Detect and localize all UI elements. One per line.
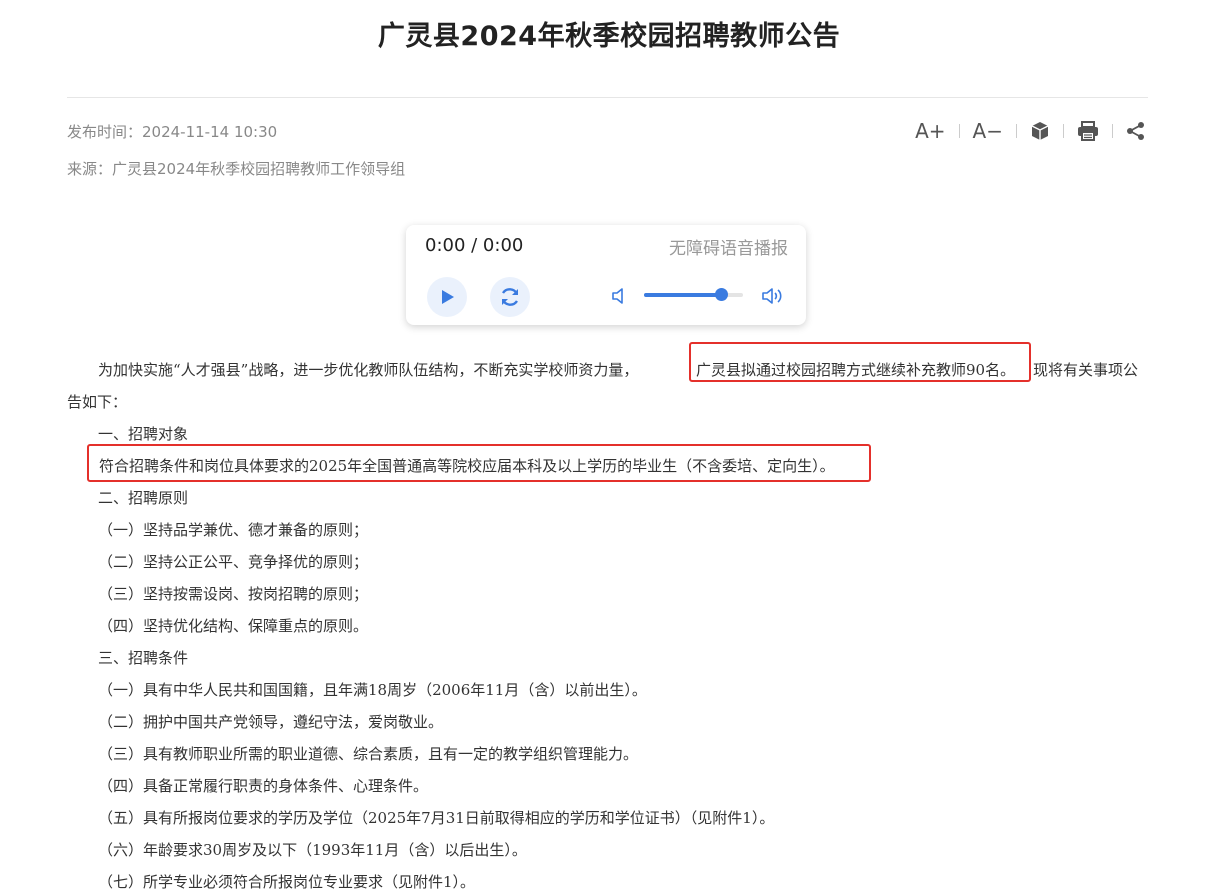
volume-low-icon[interactable] (610, 287, 626, 309)
title-divider (67, 97, 1148, 98)
list-item: （三）具有教师职业所需的职业道德、综合素质，且有一定的教学组织管理能力。 (98, 745, 639, 763)
play-button[interactable] (427, 277, 467, 317)
toolbar-separator (1016, 124, 1017, 138)
list-item: （二）拥护中国共产党领导，遵纪守法，爱岗敬业。 (98, 713, 444, 731)
intro-highlight-text: 广灵县拟通过校园招聘方式继续补充教师90名。 (696, 361, 1016, 379)
list-item: （七）所学专业必须符合所报岗位专业要求（见附件1）。 (98, 873, 476, 891)
volume-slider-handle[interactable] (715, 288, 729, 301)
accessibility-audio-label: 无障碍语音播报 (669, 239, 788, 259)
toolbar-separator (1112, 124, 1113, 138)
section-heading: 一、招聘对象 (98, 425, 189, 443)
cube-icon[interactable] (1030, 121, 1050, 141)
list-item: （六）年龄要求30周岁及以下（1993年11月（含）以后出生）。 (98, 841, 527, 859)
intro-text-end: 告如下： (67, 393, 128, 411)
list-item: （一）坚持品学兼优、德才兼备的原则； (98, 521, 369, 539)
source: 来源：广灵县2024年秋季校园招聘教师工作领导组 (67, 160, 406, 178)
publish-time: 发布时间：2024-11-14 10:30 (67, 123, 278, 141)
section-heading: 二、招聘原则 (98, 489, 189, 507)
audio-player: 0:00 / 0:00 无障碍语音播报 (406, 225, 806, 325)
share-icon[interactable] (1126, 121, 1146, 141)
volume-slider[interactable] (644, 288, 743, 301)
loop-icon (501, 288, 519, 306)
section-heading: 三、招聘条件 (98, 649, 189, 667)
intro-text: 为加快实施“人才强县”战略，进一步优化教师队伍结构，不断充实学校师资力量， (98, 361, 639, 379)
toolbar-separator (958, 124, 960, 138)
play-icon (442, 290, 454, 304)
toolbar-separator (1063, 124, 1064, 138)
volume-high-icon[interactable] (761, 286, 785, 310)
page-title: 广灵县2024年秋季校园招聘教师公告 (377, 21, 841, 52)
list-item: （三）坚持按需设岗、按岗招聘的原则； (98, 585, 369, 603)
list-item: （五）具有所报岗位要求的学历及学位（2025年7月31日前取得相应的学历和学位证… (98, 809, 775, 827)
recruit-target-text: 符合招聘条件和岗位具体要求的2025年全国普通高等院校应届本科及以上学历的毕业生… (99, 457, 835, 475)
intro-text-continued: 现将有关事项公 (1033, 361, 1139, 379)
list-item: （四）坚持优化结构、保障重点的原则。 (98, 617, 369, 635)
volume-slider-fill (644, 293, 722, 297)
print-icon[interactable] (1077, 121, 1099, 141)
font-increase-button[interactable]: A+ (915, 119, 945, 143)
list-item: （四）具备正常履行职责的身体条件、心理条件。 (98, 777, 429, 795)
list-item: （二）坚持公正公平、竞争择优的原则； (98, 553, 369, 571)
article-toolbar: A+ A− (915, 116, 1146, 146)
font-decrease-button[interactable]: A− (973, 119, 1003, 143)
list-item: （一）具有中华人民共和国国籍，且年满18周岁（2006年11月（含）以前出生）。 (98, 681, 647, 699)
loop-button[interactable] (490, 277, 530, 317)
playback-time: 0:00 / 0:00 (425, 235, 524, 256)
